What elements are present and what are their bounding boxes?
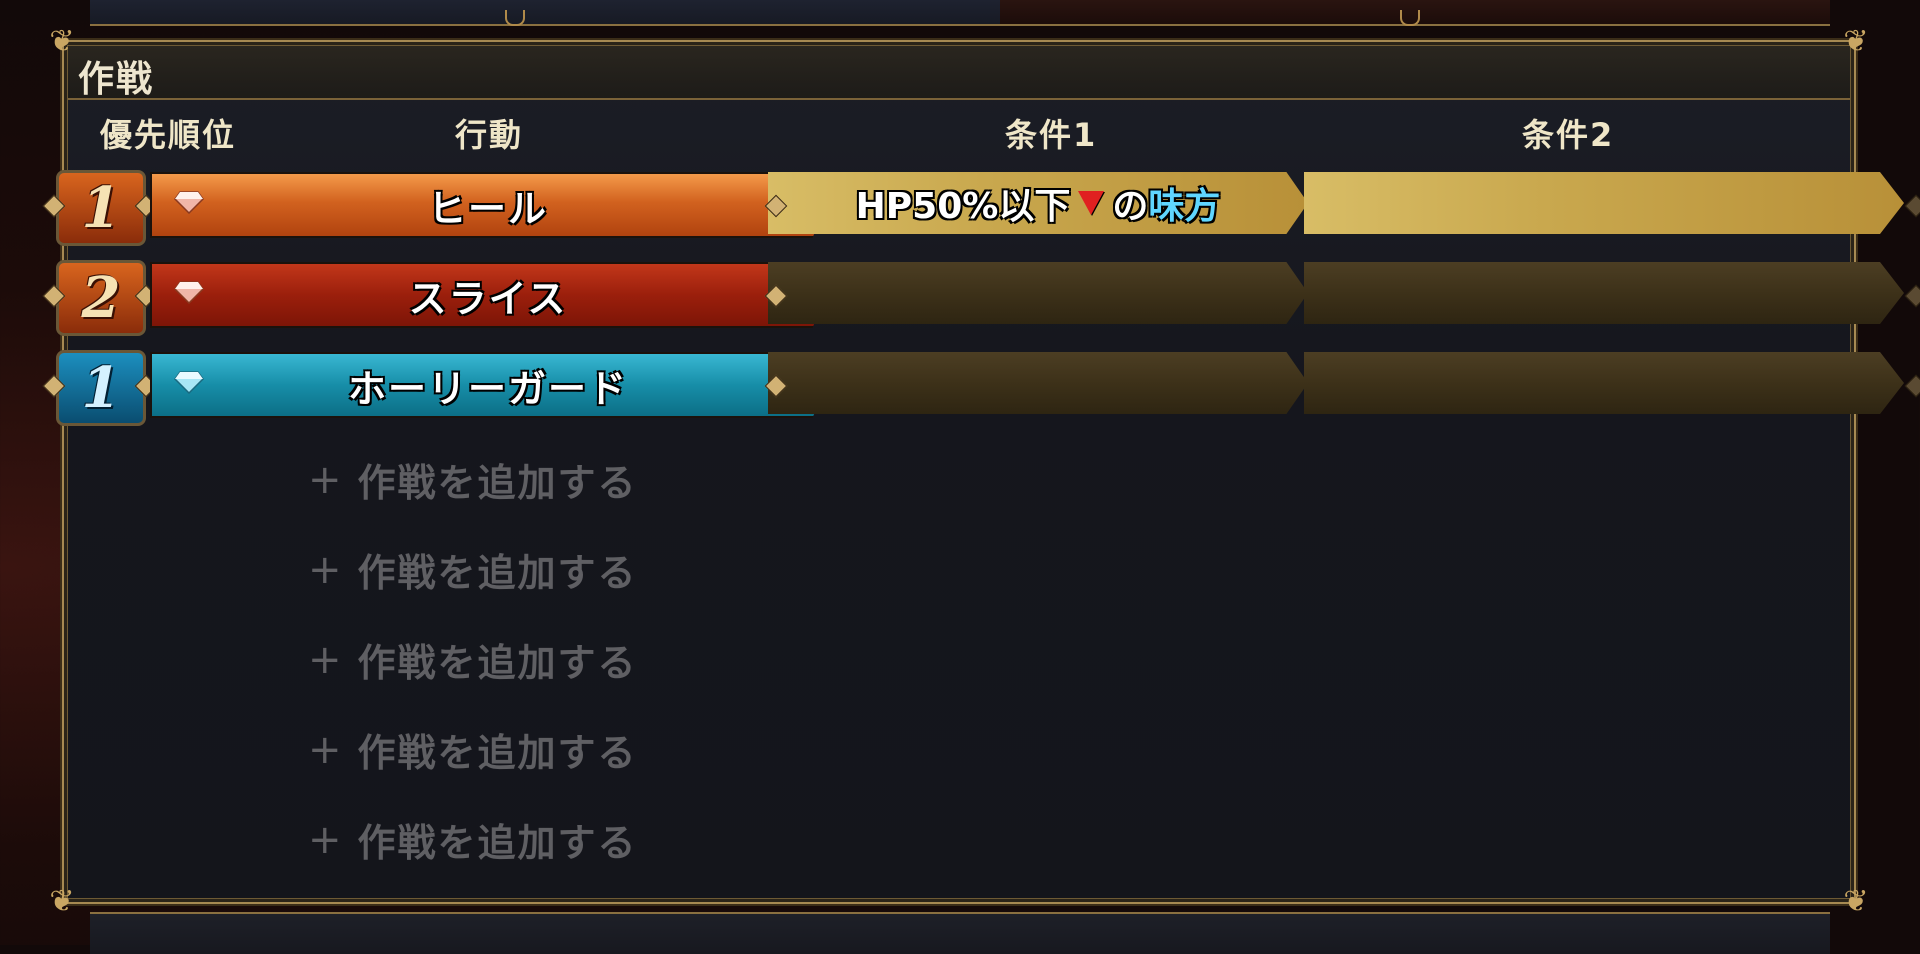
condition2-slot[interactable] — [1304, 262, 1904, 324]
action-heal-button[interactable]: ヒール — [150, 172, 826, 238]
add-tactic-label: 作戦を追加する — [357, 551, 638, 595]
condition1-slot[interactable] — [768, 262, 1308, 324]
row-end-ornament — [1904, 284, 1920, 308]
add-tactic-button[interactable]: + 作戦を追加する — [308, 812, 638, 867]
condition-target: 味方 — [1148, 186, 1221, 227]
add-tactic-button[interactable]: + 作戦を追加する — [308, 542, 638, 597]
priority-badge[interactable]: 2 — [56, 260, 146, 336]
header-condition2: 条件2 — [1522, 116, 1615, 154]
gem-icon — [174, 371, 204, 394]
add-tactic-label: 作戦を追加する — [357, 821, 638, 865]
condition2-slot[interactable] — [1304, 172, 1904, 234]
plus-icon: + — [308, 546, 344, 593]
corner-ornament: ❦ — [49, 24, 75, 59]
bottom-panel-strip — [90, 912, 1830, 954]
panel-title: 作戦 — [78, 59, 155, 100]
action-holy-guard-button[interactable]: ホーリーガード — [150, 352, 826, 418]
down-triangle-icon — [1078, 191, 1105, 215]
row-end-ornament — [1904, 374, 1920, 398]
corner-ornament: ❦ — [1843, 884, 1869, 919]
add-tactic-button[interactable]: + 作戦を追加する — [308, 722, 638, 777]
corner-ornament: ❦ — [49, 884, 75, 919]
condition1-slot[interactable] — [768, 352, 1308, 414]
ornament — [505, 10, 525, 26]
header-action: 行動 — [455, 116, 524, 154]
header-condition1: 条件1 — [1005, 116, 1098, 154]
plus-icon: + — [308, 456, 344, 503]
add-tactic-button[interactable]: + 作戦を追加する — [308, 452, 638, 507]
plus-icon: + — [308, 726, 344, 773]
ornament — [1400, 10, 1420, 26]
corner-ornament: ❦ — [1843, 24, 1869, 59]
gem-icon — [174, 191, 204, 214]
add-tactic-label: 作戦を追加する — [357, 641, 638, 685]
condition-text: HP50%以下 — [855, 186, 1071, 227]
action-slice-button[interactable]: スライス — [150, 262, 826, 328]
condition1-slot[interactable]: HP50%以下 の 味方 — [768, 172, 1308, 234]
plus-icon: + — [308, 636, 344, 683]
condition2-slot[interactable] — [1304, 352, 1904, 414]
panel-title-bar — [68, 46, 1850, 100]
priority-badge[interactable]: 1 — [56, 350, 146, 426]
row-end-ornament — [1904, 194, 1920, 218]
header-priority: 優先順位 — [100, 116, 237, 154]
add-tactic-label: 作戦を追加する — [357, 731, 638, 775]
plus-icon: + — [308, 816, 344, 863]
add-tactic-button[interactable]: + 作戦を追加する — [308, 632, 638, 687]
gem-icon — [174, 281, 204, 304]
condition-particle: の — [1112, 186, 1149, 227]
add-tactic-label: 作戦を追加する — [357, 461, 638, 505]
priority-badge[interactable]: 1 — [56, 170, 146, 246]
